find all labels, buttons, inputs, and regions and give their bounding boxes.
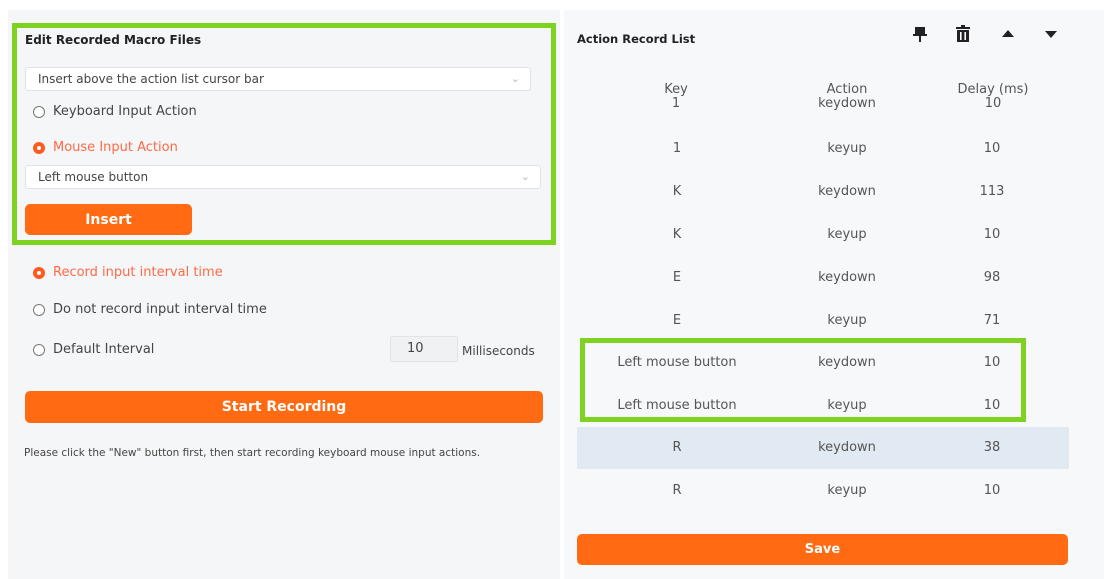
row-action: keydown: [818, 270, 876, 285]
delay-column-header: Delay (ms): [957, 82, 1029, 97]
row-key: E: [672, 313, 682, 328]
default-interval-input[interactable]: 10: [390, 336, 458, 362]
highlight-frame-edit: [12, 23, 556, 245]
row-key: K: [672, 227, 682, 242]
milliseconds-label: Milliseconds: [462, 344, 535, 358]
row-action: keyup: [827, 483, 867, 498]
record-interval-label: Record input interval time: [53, 265, 223, 280]
trash-icon[interactable]: [953, 24, 973, 44]
row-delay: 113: [979, 184, 1005, 199]
move-up-icon[interactable]: [998, 24, 1018, 44]
record-interval-radio[interactable]: Record input interval time: [33, 265, 223, 280]
action-column-header: Action: [826, 82, 868, 97]
row-delay: 10: [983, 227, 1001, 242]
move-down-icon[interactable]: [1041, 24, 1061, 44]
start-recording-button[interactable]: Start Recording: [25, 391, 543, 423]
row-key: R: [672, 483, 682, 498]
row-key: 1: [672, 141, 682, 156]
table-row-selected[interactable]: R keydown 38: [577, 427, 1069, 469]
key-column-header: Key: [664, 82, 688, 97]
row-action: keyup: [827, 227, 867, 242]
row-delay: 98: [983, 270, 1001, 285]
first-row-action: keydown: [818, 96, 876, 111]
radio-unchecked-icon: [33, 343, 45, 356]
list-title: Action Record List: [577, 32, 696, 46]
table-row[interactable]: R keyup 10: [577, 470, 1069, 512]
row-action: keyup: [827, 141, 867, 156]
highlight-frame-mouse-rows: [580, 338, 1026, 422]
first-row-delay: 10: [984, 96, 1002, 111]
table-row[interactable]: E keydown 98: [577, 257, 1069, 299]
row-key: K: [672, 184, 682, 199]
row-action: keydown: [818, 184, 876, 199]
row-delay: 71: [983, 313, 1001, 328]
pin-icon[interactable]: [910, 24, 930, 44]
no-record-interval-radio[interactable]: Do not record input interval time: [33, 302, 267, 317]
row-delay: 10: [983, 141, 1001, 156]
table-row[interactable]: K keydown 113: [577, 171, 1069, 213]
radio-unchecked-icon: [33, 303, 45, 316]
table-row[interactable]: 1 keyup 10: [577, 128, 1069, 170]
row-action: keydown: [818, 440, 876, 455]
row-key: E: [672, 270, 682, 285]
table-row[interactable]: K keyup 10: [577, 214, 1069, 256]
no-record-interval-label: Do not record input interval time: [53, 302, 267, 317]
row-action: keyup: [827, 313, 867, 328]
default-interval-label: Default Interval: [53, 342, 155, 357]
save-button[interactable]: Save: [577, 534, 1068, 565]
table-row[interactable]: E keyup 71: [577, 300, 1069, 342]
radio-checked-icon: [33, 266, 45, 279]
default-interval-radio[interactable]: Default Interval: [33, 342, 154, 357]
row-delay: 10: [983, 483, 1001, 498]
first-row-key: 1: [671, 96, 681, 111]
hint-text: Please click the "New" button first, the…: [24, 447, 481, 459]
row-delay: 38: [983, 440, 1001, 455]
row-key: R: [672, 440, 682, 455]
